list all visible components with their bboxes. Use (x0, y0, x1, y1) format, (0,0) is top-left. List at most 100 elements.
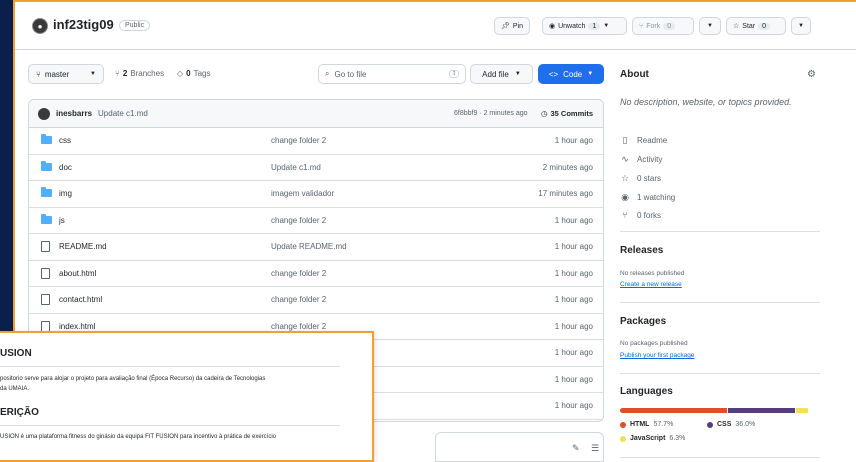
commit-message[interactable]: Update c1.md (98, 109, 148, 118)
chevron-down-icon: ▼ (90, 71, 96, 77)
html-color-dot (620, 421, 626, 428)
activity-link[interactable]: ∿ Activity (620, 154, 662, 165)
file-name[interactable]: about.html (59, 269, 96, 278)
file-row[interactable]: css change folder 2 1 hour ago (29, 128, 603, 155)
commits-link[interactable]: ◷ 35 Commits (541, 109, 593, 118)
repo-header: ● inf23tig09 Public 📌︎ Pin ◉ Unwatch 1 ▼… (15, 2, 856, 50)
javascript-color-dot (620, 435, 626, 442)
watchers-link[interactable]: ◉ 1 watching (620, 192, 675, 203)
file-name[interactable]: README.md (59, 242, 107, 251)
packages-title[interactable]: Packages (620, 316, 666, 327)
pin-label: Pin (512, 22, 524, 30)
language-css[interactable]: CSS 36.0% (707, 421, 755, 428)
file-name[interactable]: css (59, 136, 71, 145)
file-icon (41, 267, 50, 279)
language-bar-segment (728, 408, 796, 413)
add-file-button[interactable]: Add file ▼ (470, 64, 533, 84)
language-javascript[interactable]: JavaScript 6.3% (620, 435, 685, 442)
divider (620, 457, 820, 458)
unwatch-button[interactable]: ◉ Unwatch 1 ▼ (542, 17, 627, 35)
tags-link[interactable]: ◇ 0 Tags (177, 69, 211, 78)
star-icon: ☆ (620, 173, 630, 183)
file-name[interactable]: img (59, 189, 72, 198)
file-commit-message[interactable]: change folder 2 (271, 216, 326, 225)
fork-button[interactable]: ⑂ Fork 0 (632, 17, 694, 35)
file-commit-message[interactable]: change folder 2 (271, 322, 326, 331)
chevron-down-icon: ▼ (603, 23, 610, 29)
language-bar-segment (796, 408, 808, 413)
css-color-dot (707, 421, 713, 428)
code-button[interactable]: <> Code ▼ (538, 64, 604, 84)
star-button[interactable]: ☆ Star 0 (726, 17, 786, 35)
branch-selector[interactable]: ⑂ master ▼ (28, 64, 104, 84)
readme-link[interactable]: ▯ Readme (620, 135, 668, 146)
pencil-icon[interactable]: ✎ (572, 443, 580, 454)
file-commit-time: 1 hour ago (554, 295, 593, 305)
releases-title[interactable]: Releases (620, 245, 663, 256)
file-commit-message[interactable]: change folder 2 (271, 295, 326, 304)
gear-icon[interactable]: ⚙ (807, 69, 816, 80)
branch-name: master (44, 69, 70, 79)
file-row[interactable]: about.html change folder 2 1 hour ago (29, 261, 603, 287)
stars-link[interactable]: ☆ 0 stars (620, 173, 661, 184)
go-to-file-placeholder: Go to file (334, 69, 367, 79)
language-html[interactable]: HTML 57.7% (620, 421, 673, 428)
commits-count: 35 Commits (550, 109, 593, 118)
divider (0, 366, 340, 367)
file-commit-message[interactable]: imagem validador (271, 189, 334, 198)
forks-link[interactable]: ⑂ 0 forks (620, 210, 661, 220)
file-icon (41, 294, 50, 305)
eye-icon: ◉ (621, 192, 629, 202)
book-icon: ▯ (622, 135, 628, 145)
readme-label: Readme (637, 136, 668, 145)
code-icon: <> (548, 69, 559, 79)
language-bar-segment (620, 408, 728, 413)
publish-package-link[interactable]: Publish your first package (620, 352, 694, 359)
tags-count: 0 (186, 69, 191, 78)
file-name[interactable]: js (59, 216, 65, 225)
readme-heading: USION (0, 348, 32, 359)
fork-menu-button[interactable]: ▼ (699, 17, 721, 35)
branch-icon: ⑂ (36, 69, 41, 79)
commit-author[interactable]: inesbarrs (56, 109, 92, 118)
repo-name[interactable]: inf23tig09 (53, 17, 114, 32)
fork-count: 0 (663, 22, 676, 30)
eye-icon: ◉ (549, 23, 556, 30)
pin-button[interactable]: 📌︎ Pin (494, 17, 531, 35)
file-commit-message[interactable]: Update c1.md (271, 163, 321, 172)
languages-bar (620, 408, 809, 413)
language-name: JavaScript (630, 435, 666, 442)
go-to-file-input[interactable]: ⌕ Go to file t (318, 64, 466, 84)
file-commit-time: 17 minutes ago (538, 189, 593, 199)
fork-icon: ⑂ (639, 22, 644, 30)
file-row[interactable]: doc Update c1.md 2 minutes ago (29, 155, 603, 181)
search-icon: ⌕ (325, 69, 330, 78)
file-commit-message[interactable]: change folder 2 (271, 269, 326, 278)
commit-hash-time[interactable]: 6f8bbf9 · 2 minutes ago (454, 110, 528, 117)
fork-label: Fork (646, 22, 661, 30)
file-row[interactable]: README.md Update README.md 1 hour ago (29, 234, 603, 261)
pin-icon: 📌︎ (501, 23, 510, 30)
star-menu-button[interactable]: ▼ (791, 17, 811, 35)
file-commit-time: 1 hour ago (554, 321, 593, 331)
star-count: 0 (758, 22, 771, 30)
create-release-link[interactable]: Create a new release (620, 281, 682, 288)
list-icon[interactable]: ☰ (591, 443, 599, 454)
file-row[interactable]: img imagem validador 17 minutes ago (29, 181, 603, 208)
activity-label: Activity (637, 155, 663, 164)
branches-link[interactable]: ⑂ 2 Branches (115, 69, 164, 78)
chevron-down-icon: ▼ (587, 71, 594, 77)
packages-empty: No packages published (620, 340, 688, 347)
file-commit-message[interactable]: Update README.md (271, 242, 347, 251)
file-commit-message[interactable]: change folder 2 (271, 136, 326, 145)
file-name[interactable]: contact.html (59, 295, 102, 304)
author-avatar[interactable] (38, 107, 50, 120)
file-row[interactable]: contact.html change folder 2 1 hour ago (29, 287, 603, 314)
file-name[interactable]: index.html (59, 322, 95, 331)
file-commit-time: 1 hour ago (554, 374, 593, 384)
file-commit-time: 1 hour ago (554, 242, 593, 252)
owner-avatar[interactable]: ● (32, 18, 48, 34)
releases-empty: No releases published (620, 270, 685, 277)
file-row[interactable]: js change folder 2 1 hour ago (29, 208, 603, 234)
file-name[interactable]: doc (59, 163, 72, 172)
